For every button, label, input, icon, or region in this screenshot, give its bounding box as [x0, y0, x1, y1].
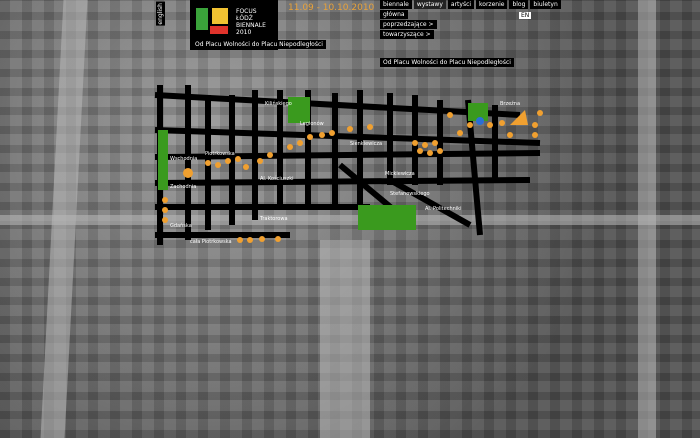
label-gdanska: Gdańska	[170, 222, 192, 229]
road-south	[320, 240, 370, 438]
logo-yellow-shape	[212, 8, 228, 24]
street-map: Kilińskiego Wschodnia Zachodnia Gdańska …	[154, 85, 543, 245]
language-link[interactable]: english	[156, 2, 165, 26]
map-page: english FOCUS ŁÓDŹ BIENNALE 2010 11.09 - 10…	[0, 0, 700, 438]
label-kosciuszki: Al. Kościuszki	[260, 175, 294, 182]
subnav-glowna[interactable]: główna	[380, 10, 408, 19]
label-kilinskiego: Kilińskiego	[265, 100, 292, 107]
logo-text: FOCUS ŁÓDŹ BIENNALE 2010	[236, 8, 266, 36]
label-mickiewicza: Mickiewicza	[385, 171, 415, 177]
label-brzezna: Brzeźna	[500, 100, 520, 107]
nav-korzenie[interactable]: korzenie	[476, 0, 508, 9]
festival-dates: 11.09 - 10.10.2010	[288, 3, 375, 13]
logo-red-shape	[210, 26, 228, 34]
language-mark[interactable]: EN	[519, 12, 532, 19]
logo-green-shape	[196, 8, 208, 30]
subnav-poprzedzajace[interactable]: poprzedzające >	[380, 20, 437, 29]
label-piotrkowska: Piotrkowska	[205, 151, 235, 157]
label-sienkiewicza: Sienkiewicza	[350, 141, 382, 147]
green-square	[358, 205, 416, 230]
subnav-towarzyszace[interactable]: towarzyszące >	[380, 30, 434, 39]
label-legionow: Legionów	[300, 120, 324, 127]
label-stefanowskiego: Stefanowskiego	[390, 191, 430, 197]
nav-blog[interactable]: blog	[509, 0, 529, 9]
nav-wystawy[interactable]: wystawy	[413, 0, 446, 9]
nav-biennale[interactable]: biennale	[380, 0, 412, 9]
label-politechniki: Al. Politechniki	[425, 206, 461, 212]
label-zachodnia: Zachodnia	[170, 184, 196, 190]
route-subtitle: Od Placu Wolności do Placu Niepodległośc…	[192, 40, 326, 49]
main-nav: biennale wystawy artyści korzenie blog b…	[380, 0, 561, 39]
route-subtitle-secondary: Od Placu Wolności do Placu Niepodległośc…	[380, 58, 514, 67]
label-cala-piotrkowska: cała Piotrkowska	[190, 239, 232, 245]
nav-artysci[interactable]: artyści	[447, 0, 475, 9]
nav-biuletyn[interactable]: biuletyn	[530, 0, 561, 9]
label-traktorowa: Traktorowa	[259, 216, 288, 222]
label-wschodnia: Wschodnia	[170, 156, 197, 162]
pond-marker	[476, 117, 484, 125]
green-park-2	[158, 130, 168, 190]
